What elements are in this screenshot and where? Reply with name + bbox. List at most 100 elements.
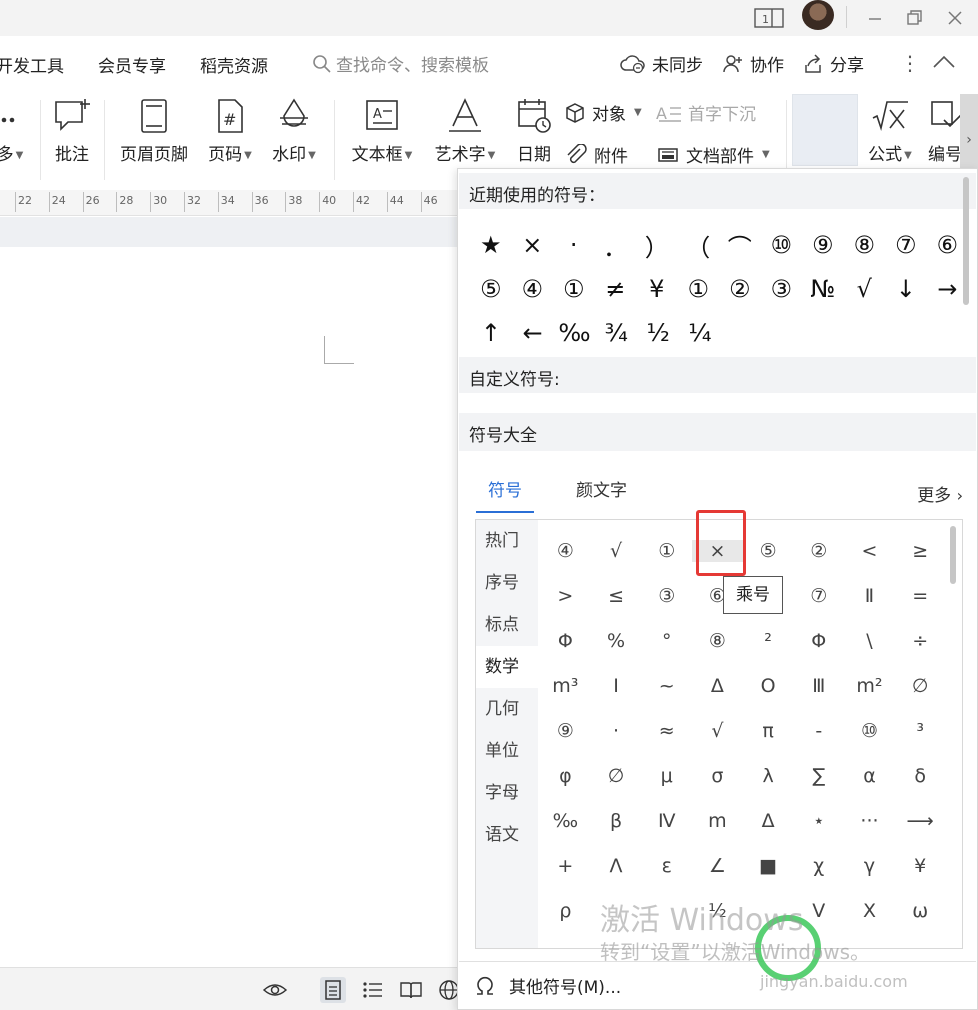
symbol-cell[interactable]: Δ <box>692 675 743 697</box>
menu-docer-resources[interactable]: 稻壳资源 <box>200 52 268 77</box>
symbol-cell[interactable]: ⑦ <box>793 585 844 607</box>
textbox-button[interactable]: A 文本框 ▼ <box>348 96 416 165</box>
formula-button[interactable]: 公式 ▼ <box>862 96 918 165</box>
recent-symbol[interactable]: ≠ <box>595 275 637 303</box>
symbol-cell[interactable]: · <box>591 720 642 742</box>
symbol-cell[interactable]: δ <box>895 765 946 787</box>
more-vertical-icon[interactable]: ⋮ <box>900 51 920 75</box>
symbol-cell[interactable]: ρ <box>540 900 591 922</box>
eye-protection-icon[interactable] <box>262 977 288 1003</box>
symbol-category-3[interactable]: 数学 <box>476 646 538 688</box>
tab-kaomoji[interactable]: 颜文字 <box>564 479 639 513</box>
menu-member[interactable]: 会员专享 <box>98 52 166 77</box>
symbol-cell[interactable]: γ <box>844 855 895 877</box>
symbol-cell[interactable]: ② <box>793 540 844 562</box>
symbol-category-4[interactable]: 几何 <box>476 688 538 730</box>
symbol-cell[interactable]: < <box>844 540 895 562</box>
symbol-cell[interactable]: ⑧ <box>692 630 743 652</box>
sync-status-button[interactable]: 未同步 <box>620 51 703 76</box>
symbol-cell[interactable]: Λ <box>591 855 642 877</box>
recent-symbol[interactable]: · <box>553 231 595 259</box>
recent-symbol[interactable]: ． <box>595 228 637 263</box>
symbol-cell[interactable]: X <box>844 900 895 922</box>
symbol-cell[interactable]: λ <box>743 765 794 787</box>
symbol-cell[interactable]: ⑨ <box>540 720 591 742</box>
symbol-cell[interactable]: ¥ <box>895 855 946 877</box>
symbol-cell[interactable]: m³ <box>540 675 591 697</box>
symbol-cell[interactable]: ≈ <box>641 720 692 742</box>
recent-symbol[interactable]: ⑦ <box>885 231 927 259</box>
page-number-button[interactable]: # 页码 ▼ <box>204 96 256 165</box>
restore-icon[interactable] <box>904 4 926 32</box>
recent-symbol[interactable]: ⑧ <box>844 231 886 259</box>
symbol-cell[interactable]: ε <box>641 855 692 877</box>
symbol-cell[interactable]: m² <box>844 675 895 697</box>
minimize-icon[interactable] <box>864 4 886 32</box>
date-button[interactable]: 日期 <box>512 96 556 165</box>
symbol-cell[interactable]: ≤ <box>591 585 642 607</box>
symbol-cell[interactable]: + <box>540 855 591 877</box>
symbol-cell[interactable]: ① <box>641 540 692 562</box>
drop-cap-button[interactable]: A 首字下沉 <box>656 100 756 126</box>
symbol-cell[interactable]: ° <box>641 630 692 652</box>
symbol-cell[interactable]: ③ <box>641 585 692 607</box>
comment-button[interactable]: 批注 <box>50 96 94 165</box>
symbol-category-5[interactable]: 单位 <box>476 730 538 772</box>
wordart-button[interactable]: 艺术字 ▼ <box>430 96 500 165</box>
page-view-icon[interactable] <box>320 977 346 1003</box>
symbol-cell[interactable]: ∅ <box>895 675 946 697</box>
recent-symbol[interactable]: ） <box>636 228 678 263</box>
symbol-cell[interactable]: Φ <box>540 630 591 652</box>
symbol-cell[interactable]: Δ <box>743 810 794 832</box>
symbol-cell[interactable]: ∅ <box>591 765 642 787</box>
symbol-cell[interactable]: ∠ <box>692 855 743 877</box>
recent-symbol[interactable]: ① <box>553 275 595 303</box>
symbol-cell[interactable]: = <box>895 585 946 607</box>
reading-mode-icon[interactable]: 1 <box>752 4 786 32</box>
symbol-cell[interactable]: % <box>591 630 642 652</box>
symbol-cell[interactable]: π <box>743 720 794 742</box>
symbol-cell[interactable]: ² <box>743 630 794 652</box>
recent-symbol[interactable]: ③ <box>761 275 803 303</box>
symbol-category-6[interactable]: 字母 <box>476 772 538 814</box>
collapse-ribbon-icon[interactable] <box>932 54 956 70</box>
recent-symbol[interactable]: ¼ <box>679 319 721 347</box>
watermark-button[interactable]: 水印 ▼ <box>268 96 320 165</box>
recent-symbol[interactable]: № <box>802 275 844 303</box>
symbol-cell[interactable]: ‰ <box>540 810 591 832</box>
recent-symbol[interactable]: × <box>512 231 554 259</box>
recent-symbol[interactable]: ¥ <box>636 275 678 303</box>
recent-symbol[interactable]: ⌒ <box>719 228 761 263</box>
attachment-button[interactable]: 附件 <box>564 142 628 167</box>
symbol-cell[interactable]: ÷ <box>895 630 946 652</box>
symbol-cell[interactable]: √ <box>692 720 743 742</box>
recent-symbol[interactable]: ½ <box>637 319 679 347</box>
collaborate-button[interactable]: 协作 <box>722 51 784 76</box>
symbol-cell[interactable]: Φ <box>793 630 844 652</box>
recent-symbol[interactable]: ⑥ <box>927 231 969 259</box>
symbol-category-0[interactable]: 热门 <box>476 520 538 562</box>
symbol-category-2[interactable]: 标点 <box>476 604 538 646</box>
outline-view-icon[interactable] <box>360 977 386 1003</box>
symbol-cell[interactable]: α <box>844 765 895 787</box>
symbol-cell[interactable]: ··· <box>844 810 895 832</box>
symbol-category-7[interactable]: 语文 <box>476 814 538 856</box>
symbol-cell[interactable]: ~ <box>641 675 692 697</box>
symbol-cell[interactable]: ≥ <box>895 540 946 562</box>
symbol-cell[interactable]: ⋆ <box>793 810 844 832</box>
recent-symbol[interactable]: ← <box>512 319 554 347</box>
recent-symbol[interactable]: ↑ <box>470 319 512 347</box>
symbol-cell[interactable]: χ <box>793 855 844 877</box>
menu-developer-tools[interactable]: 开发工具 <box>0 52 64 77</box>
symbol-cell[interactable]: Ⅱ <box>844 585 895 607</box>
recent-symbol[interactable]: ⑨ <box>802 231 844 259</box>
command-search[interactable]: 查找命令、搜索模板 <box>312 51 489 76</box>
symbol-cell[interactable]: σ <box>692 765 743 787</box>
recent-symbol[interactable]: → <box>927 275 969 303</box>
symbol-cell[interactable]: Ⅰ <box>591 675 642 697</box>
more-symbols-link[interactable]: 更多 › <box>917 481 963 506</box>
symbol-grid-scrollbar[interactable] <box>950 526 956 584</box>
recent-symbol[interactable]: ★ <box>470 231 512 259</box>
symbol-cell[interactable]: ⑩ <box>844 720 895 742</box>
symbol-cell[interactable]: - <box>793 720 844 742</box>
